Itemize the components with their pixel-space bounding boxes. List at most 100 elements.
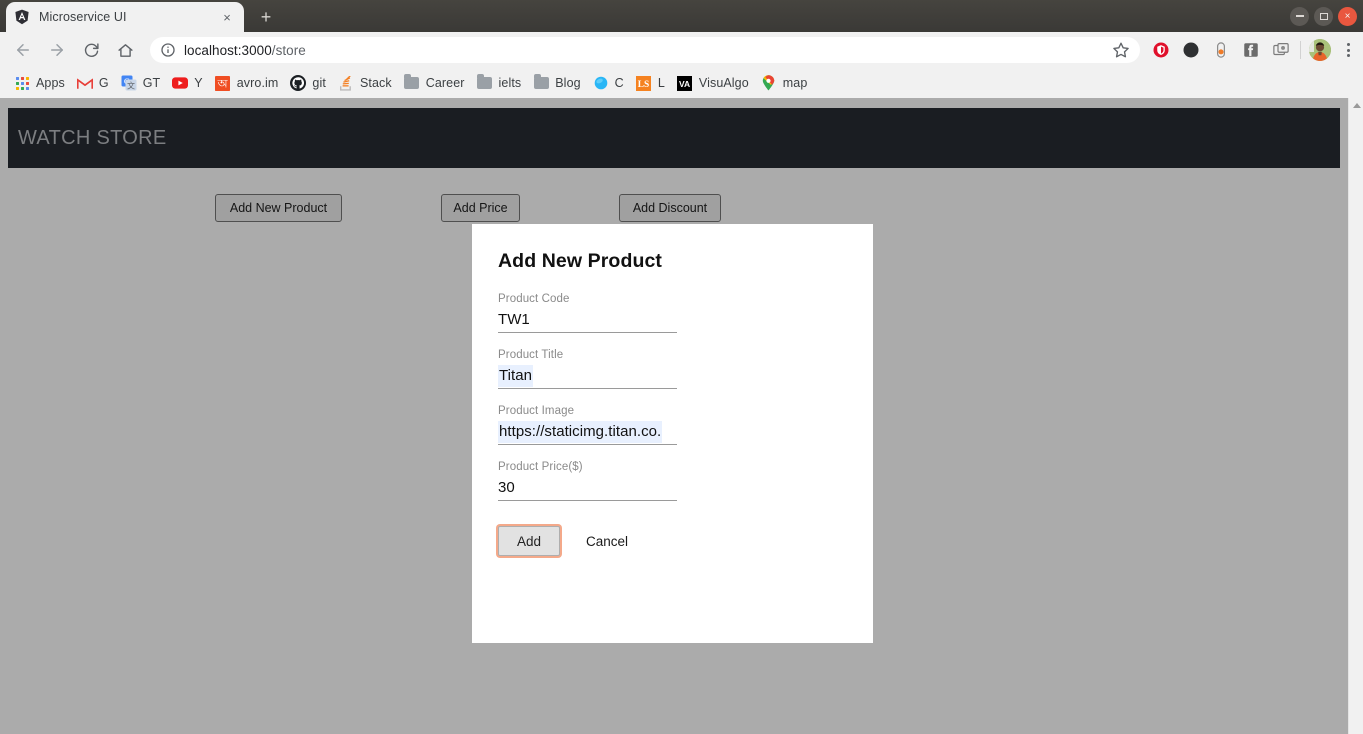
tab-strip: Microservice UI × + × (0, 0, 1363, 32)
bookmark-label: G (98, 76, 109, 90)
tab-title: Microservice UI (39, 10, 127, 24)
bookmark-label: map (782, 76, 808, 90)
toolbar-divider (1300, 41, 1301, 59)
ls-orange-icon: LS (636, 75, 652, 91)
page-viewport: WATCH STORE Add New Product Add Price Ad… (0, 98, 1363, 734)
folder-icon (404, 74, 420, 91)
cancel-button[interactable]: Cancel (582, 534, 632, 549)
bookmark-label: Stack (359, 76, 392, 90)
visualgo-icon: VA (677, 75, 693, 91)
bookmarks-bar: Apps G G文 GT Y অ avro.im (0, 68, 1363, 98)
three-dot-menu-icon[interactable] (1335, 35, 1361, 65)
bookmark-avro[interactable]: অ avro.im (209, 71, 285, 95)
close-icon[interactable]: × (218, 8, 236, 26)
bookmark-l[interactable]: LS L (630, 71, 671, 95)
address-bar[interactable]: localhost:3000/store (150, 37, 1140, 63)
bookmark-ielts[interactable]: ielts (471, 71, 528, 95)
dialog-title: Add New Product (498, 250, 663, 272)
field-value: TW1 (498, 311, 530, 328)
google-translate-icon: G文 (121, 75, 137, 91)
field-label: Product Price($) (498, 461, 583, 473)
product-code-input[interactable]: TW1 (498, 309, 677, 333)
bookmark-map[interactable]: map (755, 71, 814, 95)
scroll-up-arrow-icon[interactable] (1349, 99, 1363, 112)
field-value: 30 (498, 479, 515, 496)
add-button[interactable]: Add (498, 526, 560, 556)
url-path: /store (271, 42, 306, 58)
new-tab-button[interactable]: + (252, 4, 280, 30)
bookmark-label: Career (425, 76, 465, 90)
apps-grid-icon (14, 75, 30, 91)
bookmark-youtube[interactable]: Y (166, 71, 208, 95)
browser-toolbar: localhost:3000/store (0, 32, 1363, 68)
field-label: Product Code (498, 293, 570, 305)
svg-text:VA: VA (679, 78, 690, 88)
home-icon[interactable] (110, 35, 140, 65)
bookmark-label: L (657, 76, 665, 90)
bookmark-stack[interactable]: Stack (332, 71, 398, 95)
angular-shield-icon (14, 9, 30, 25)
back-arrow-icon[interactable] (8, 35, 38, 65)
web-page: WATCH STORE Add New Product Add Price Ad… (0, 98, 1348, 734)
product-price-input[interactable]: 30 (498, 477, 677, 501)
window-controls: × (1290, 0, 1357, 32)
address-bar-text: localhost:3000/store (184, 43, 306, 58)
chrome-apps-extension-icon[interactable] (1266, 35, 1296, 65)
add-new-product-dialog: Add New Product Product Code TW1 Product… (472, 224, 873, 643)
bookmark-label: git (312, 76, 326, 90)
folder-icon (533, 74, 549, 91)
svg-text:文: 文 (127, 81, 135, 91)
youtube-icon (172, 75, 189, 91)
bookmark-label: Apps (36, 76, 65, 90)
star-icon[interactable] (1112, 41, 1130, 59)
user-avatar[interactable] (1305, 35, 1335, 65)
bookmark-gmail[interactable]: G (71, 71, 115, 95)
bookmark-label: Y (194, 76, 203, 90)
dialog-actions: Add Cancel (498, 526, 847, 556)
product-title-field: Product Title Titan (498, 349, 677, 389)
minimize-button[interactable] (1290, 6, 1309, 26)
stackoverflow-icon (338, 75, 354, 91)
field-value: https://staticimg.titan.co. (498, 421, 663, 443)
bookmark-label: GT (142, 76, 161, 90)
opera-shield-extension-icon[interactable] (1146, 35, 1176, 65)
extension-icons (1146, 35, 1363, 65)
google-maps-pin-icon (761, 75, 777, 91)
bookmark-label: avro.im (236, 76, 279, 90)
browser-tab[interactable]: Microservice UI × (6, 2, 244, 32)
dark-circle-extension-icon[interactable] (1176, 35, 1206, 65)
bookmark-github[interactable]: git (284, 71, 332, 95)
product-title-input[interactable]: Titan (498, 365, 677, 389)
product-price-field: Product Price($) 30 (498, 461, 677, 501)
bookmark-label: Blog (555, 76, 581, 90)
maximize-button[interactable] (1314, 6, 1333, 26)
bookmark-label: VisuAlgo (698, 76, 749, 90)
svg-text:অ: অ (217, 78, 228, 90)
blue-circle-icon (593, 75, 609, 91)
bookmark-label: ielts (498, 76, 522, 90)
field-label: Product Title (498, 349, 564, 361)
avro-icon: অ (215, 75, 231, 91)
product-image-input[interactable]: https://staticimg.titan.co. (498, 421, 677, 445)
reload-icon[interactable] (76, 35, 106, 65)
product-image-field: Product Image https://staticimg.titan.co… (498, 405, 677, 445)
orange-pill-extension-icon[interactable] (1206, 35, 1236, 65)
bookmark-apps[interactable]: Apps (8, 71, 71, 95)
forward-arrow-icon[interactable] (42, 35, 72, 65)
bookmark-visualgo[interactable]: VA VisuAlgo (671, 71, 755, 95)
bookmark-c[interactable]: C (587, 71, 630, 95)
facebook-extension-icon[interactable] (1236, 35, 1266, 65)
bookmark-blog[interactable]: Blog (527, 71, 586, 95)
field-label: Product Image (498, 405, 575, 417)
bookmark-label: C (614, 76, 624, 90)
url-host: localhost:3000 (184, 42, 272, 58)
page-info-icon[interactable] (160, 42, 176, 58)
folder-icon (477, 74, 493, 91)
gmail-icon (76, 75, 93, 91)
window-close-button[interactable]: × (1338, 6, 1357, 26)
bookmark-google-translate[interactable]: G文 GT (115, 71, 167, 95)
github-icon (290, 75, 307, 91)
page-scrollbar[interactable] (1348, 98, 1363, 734)
bookmark-career[interactable]: Career (398, 71, 471, 95)
browser-window: Microservice UI × + × localhost:3000/sto… (0, 0, 1363, 734)
